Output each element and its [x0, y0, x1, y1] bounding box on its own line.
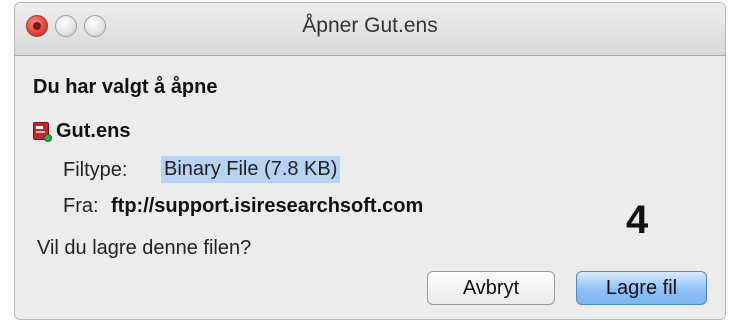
- window-title: Åpner Gut.ens: [302, 14, 438, 37]
- save-file-button[interactable]: Lagre fil: [576, 271, 707, 305]
- endnote-file-icon: [33, 121, 52, 142]
- save-question: Vil du lagre denne filen?: [37, 237, 252, 259]
- dialog-heading: Du har valgt å åpne: [33, 76, 218, 98]
- filetype-label: Filtype:: [63, 159, 128, 181]
- filetype-value: Binary File (7.8 KB): [161, 156, 341, 183]
- source-url: ftp://support.isiresearchsoft.com: [111, 195, 424, 217]
- cancel-button[interactable]: Avbryt: [427, 271, 555, 305]
- download-dialog: Åpner Gut.ens Du har valgt å åpne Gut.en…: [14, 2, 726, 320]
- file-name: Gut.ens: [56, 119, 131, 142]
- title-bar: Åpner Gut.ens: [15, 3, 725, 56]
- from-label: Fra:: [63, 195, 99, 217]
- step-number: 4: [626, 198, 649, 242]
- file-row: Gut.ens: [33, 118, 130, 144]
